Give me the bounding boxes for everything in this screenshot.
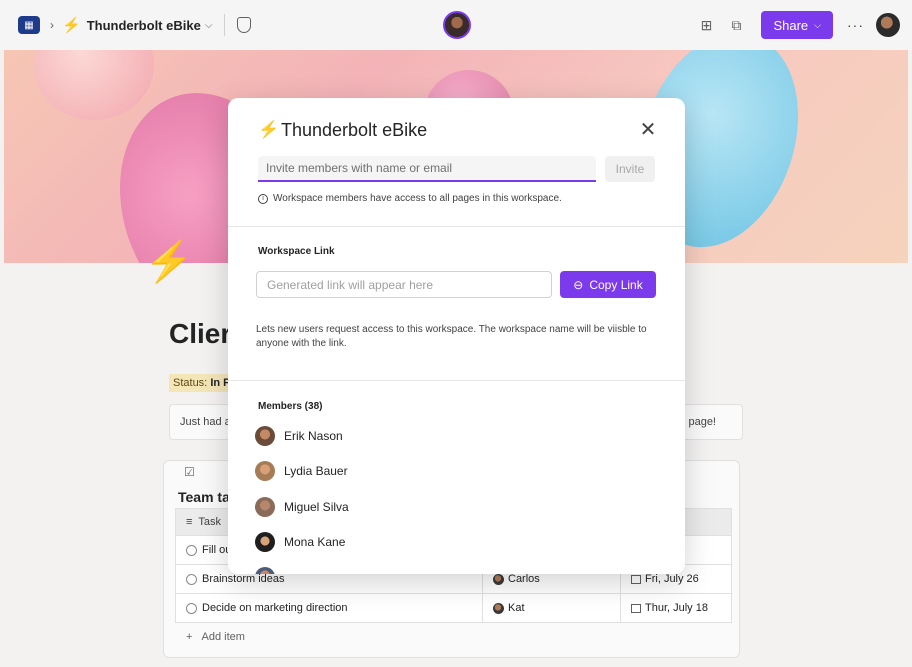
copy-link-label: Copy Link	[589, 277, 643, 292]
invite-button[interactable]: Invite	[605, 156, 655, 182]
avatar	[255, 461, 275, 481]
member-item[interactable]: Miguel Silva	[255, 497, 349, 517]
info-note: i Workspace members have access to all p…	[258, 193, 562, 204]
copy-link-button[interactable]: ⊖ Copy Link	[560, 271, 656, 298]
members-label: Members (38)	[258, 401, 323, 412]
member-item[interactable]: Lydia Bauer	[255, 461, 348, 481]
section-divider	[228, 380, 685, 381]
dialog-title: Thunderbolt eBike	[281, 120, 428, 140]
section-divider	[228, 226, 685, 227]
info-text: Workspace members have access to all pag…	[273, 193, 562, 204]
link-icon: ⊖	[573, 277, 584, 292]
workspace-link-field[interactable]	[256, 271, 552, 298]
avatar	[255, 426, 275, 446]
member-name: Mona Kane	[284, 535, 346, 549]
member-item[interactable]: Erik Nason	[255, 426, 343, 446]
member-name: Erik Nason	[284, 429, 343, 443]
invite-dialog: ⚡ Thunderbolt eBike ✕ Invite i Workspace…	[228, 98, 685, 574]
info-icon: i	[258, 193, 268, 204]
link-description: Lets new users request access to this wo…	[256, 324, 647, 349]
member-item[interactable]	[255, 567, 284, 574]
member-name: Lydia Bauer	[284, 464, 348, 478]
workspace-link-label: Workspace Link	[258, 246, 335, 257]
member-name: Miguel Silva	[284, 500, 349, 514]
avatar	[255, 497, 275, 517]
member-item[interactable]: Mona Kane	[255, 532, 345, 552]
avatar	[255, 532, 275, 552]
lightning-bolt-icon: ⚡	[258, 120, 280, 139]
invite-input[interactable]	[258, 156, 596, 182]
close-icon[interactable]: ✕	[638, 117, 658, 141]
avatar	[255, 567, 275, 574]
